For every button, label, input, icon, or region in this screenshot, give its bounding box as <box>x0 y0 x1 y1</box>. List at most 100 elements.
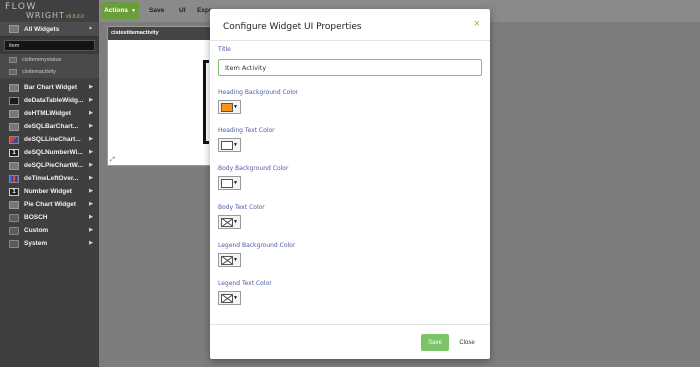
sidebar-item-label: Number Widget <box>24 188 72 195</box>
sidebar-item-label: deSQLLineChart... <box>24 136 81 143</box>
sidebar-subitem[interactable]: cisitemactivity <box>0 66 99 78</box>
version-label: v9.8.0.0 <box>66 14 84 20</box>
heading-text-color-picker[interactable]: ▼ <box>218 138 241 152</box>
title-input[interactable] <box>218 59 482 76</box>
chevron-right-icon: ▶ <box>89 149 93 155</box>
sidebar-subitem-label: cisitemactivity <box>22 69 56 75</box>
time-left-icon <box>9 174 19 183</box>
sidebar-item-dehtmlwidget[interactable]: deHTMLWidget ▶ <box>0 107 99 120</box>
sidebar-item-desqllinechart[interactable]: deSQLLineChart... ▶ <box>0 133 99 146</box>
sidebar-item-desqlbarchart[interactable]: deSQLBarChart... ▶ <box>0 120 99 133</box>
chevron-right-icon: ▶ <box>89 97 93 103</box>
logo-bottom-text: WRIGHT <box>26 11 65 20</box>
sidebar-item-pie-chart-widget[interactable]: Pie Chart Widget ▶ <box>0 198 99 211</box>
sidebar-item-bar-chart-widget[interactable]: Bar Chart Widget ▶ <box>0 81 99 94</box>
dialog-divider <box>210 40 490 41</box>
canvas-widget[interactable]: cistestitemactivity ⤢ <box>107 26 212 166</box>
sql-number-icon: 1 <box>9 148 19 157</box>
caret-down-icon: ▼ <box>233 180 238 186</box>
sidebar-all-widgets[interactable]: All Widgets ▲ <box>0 22 99 37</box>
no-color-icon <box>221 294 233 303</box>
sidebar-folder-label: System <box>24 240 48 247</box>
sidebar-item-label: deTimeLeftOver... <box>24 175 79 182</box>
legend-background-color-label: Legend Background Color <box>218 242 296 249</box>
sidebar-folder-custom[interactable]: Custom ▶ <box>0 224 99 237</box>
chevron-right-icon: ▶ <box>89 162 93 168</box>
ui-toolbar-button[interactable]: UI <box>179 2 186 19</box>
color-swatch <box>221 179 233 188</box>
sidebar-item-label: Bar Chart Widget <box>24 84 78 91</box>
dialog-footer-divider <box>210 324 490 325</box>
flowwright-logo: FLOW WRIGHT v9.8.0.0 <box>0 0 99 22</box>
sidebar-item-label: deHTMLWidget <box>24 110 71 117</box>
sql-bar-chart-icon <box>9 122 19 131</box>
bar-chart-icon <box>9 83 19 92</box>
chevron-right-icon: ▶ <box>89 227 93 233</box>
widget-edge-marker <box>203 60 209 144</box>
color-swatch <box>221 103 233 112</box>
no-color-icon <box>221 218 233 227</box>
chevron-right-icon: ▶ <box>89 188 93 194</box>
widget-icon <box>9 57 17 63</box>
sidebar-folder-label: BOSCH <box>24 214 48 221</box>
chevron-right-icon: ▶ <box>89 84 93 90</box>
body-text-color-picker[interactable]: ▼ <box>218 215 241 229</box>
caret-down-icon: ▼ <box>233 142 238 148</box>
sidebar-item-detimeleftover[interactable]: deTimeLeftOver... ▶ <box>0 172 99 185</box>
caret-down-icon: ▼ <box>233 295 238 301</box>
save-button[interactable]: Save <box>421 334 449 351</box>
caret-down-icon: ▼ <box>233 219 238 225</box>
configure-widget-dialog: Configure Widget UI Properties × Title H… <box>210 9 490 359</box>
caret-down-icon: ▼ <box>130 7 136 14</box>
heading-background-color-label: Heading Background Color <box>218 89 299 96</box>
folder-icon <box>9 213 19 222</box>
sidebar-item-dedatatablewidget[interactable]: deDataTableWidg... ▶ <box>0 94 99 107</box>
sidebar-item-desqlpiechart[interactable]: deSQLPieChartW... ▶ <box>0 159 99 172</box>
data-table-icon <box>9 96 19 105</box>
close-button[interactable]: Close <box>452 334 482 351</box>
widgets-icon <box>9 25 19 33</box>
heading-background-color-picker[interactable]: ▼ <box>218 100 241 114</box>
sidebar-item-label: deDataTableWidg... <box>24 97 84 104</box>
chevron-right-icon: ▶ <box>89 214 93 220</box>
chevron-right-icon: ▶ <box>89 201 93 207</box>
sidebar-search <box>0 37 99 54</box>
body-background-color-picker[interactable]: ▼ <box>218 176 241 190</box>
sidebar-subitem[interactable]: cisItemmystatus <box>0 54 99 66</box>
chevron-right-icon: ▶ <box>89 240 93 246</box>
chevron-right-icon: ▶ <box>89 123 93 129</box>
caret-down-icon: ▼ <box>233 104 238 110</box>
legend-background-color-picker[interactable]: ▼ <box>218 253 241 267</box>
sidebar-header-label: All Widgets <box>24 25 60 33</box>
actions-label: Actions <box>104 7 128 14</box>
body-text-color-label: Body Text Color <box>218 204 265 211</box>
sidebar-item-desqlnumberwidget[interactable]: 1 deSQLNumberWi... ▶ <box>0 146 99 159</box>
sidebar-subitem-label: cisItemmystatus <box>22 57 62 63</box>
legend-text-color-label: Legend Text Color <box>218 280 272 287</box>
folder-icon <box>9 239 19 248</box>
actions-button[interactable]: Actions ▼ <box>101 2 139 19</box>
title-label: Title <box>218 46 231 53</box>
sidebar-folder-bosch[interactable]: BOSCH ▶ <box>0 211 99 224</box>
heading-text-color-label: Heading Text Color <box>218 127 275 134</box>
number-icon: 1 <box>9 187 19 196</box>
chevron-right-icon: ▶ <box>89 136 93 142</box>
save-toolbar-button[interactable]: Save <box>149 2 164 19</box>
sidebar-item-number-widget[interactable]: 1 Number Widget ▶ <box>0 185 99 198</box>
chevron-right-icon: ▶ <box>89 110 93 116</box>
folder-icon <box>9 226 19 235</box>
sql-line-chart-icon <box>9 135 19 144</box>
sidebar-item-label: Pie Chart Widget <box>24 201 76 208</box>
sidebar-item-label: deSQLNumberWi... <box>24 149 83 156</box>
legend-text-color-picker[interactable]: ▼ <box>218 291 241 305</box>
resize-handle-icon[interactable]: ⤢ <box>110 157 115 164</box>
close-icon[interactable]: × <box>474 18 480 30</box>
widget-search-input[interactable] <box>4 40 95 51</box>
sidebar-folder-system[interactable]: System ▶ <box>0 237 99 250</box>
chevron-right-icon: ▶ <box>89 175 93 181</box>
sidebar-item-label: deSQLPieChartW... <box>24 162 83 169</box>
no-color-icon <box>221 256 233 265</box>
pie-chart-icon <box>9 200 19 209</box>
sql-pie-chart-icon <box>9 161 19 170</box>
html-icon <box>9 109 19 118</box>
